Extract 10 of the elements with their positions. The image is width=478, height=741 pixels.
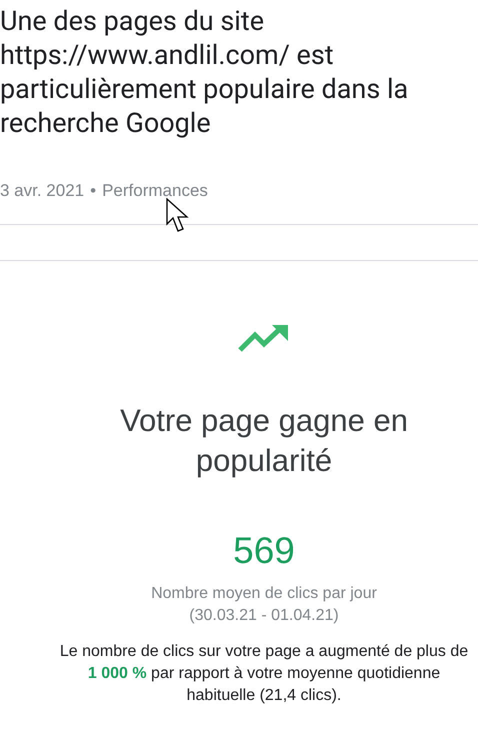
card-heading: Votre page gagne en popularité <box>119 402 409 480</box>
clicks-value: 569 <box>233 528 295 572</box>
period-label: (30.03.21 - 01.04.21) <box>189 606 339 626</box>
trending-up-icon <box>238 322 290 352</box>
summary-text: Le nombre de clics sur votre page a augmenté de plus de 1 000 % par rapport à votre moyenne quotidienne habituelle (21,4 clics). <box>58 642 470 706</box>
date-label: 3 avr. 2021 <box>0 180 84 202</box>
email-title: Une des pages du site https://www.andlil.com/ est particulièrement populaire dans la recherche Google <box>0 4 410 140</box>
category-label: Performances <box>102 180 208 202</box>
value-label: Nombre moyen de clics par jour <box>151 584 377 604</box>
separator-dot: • <box>90 180 96 202</box>
